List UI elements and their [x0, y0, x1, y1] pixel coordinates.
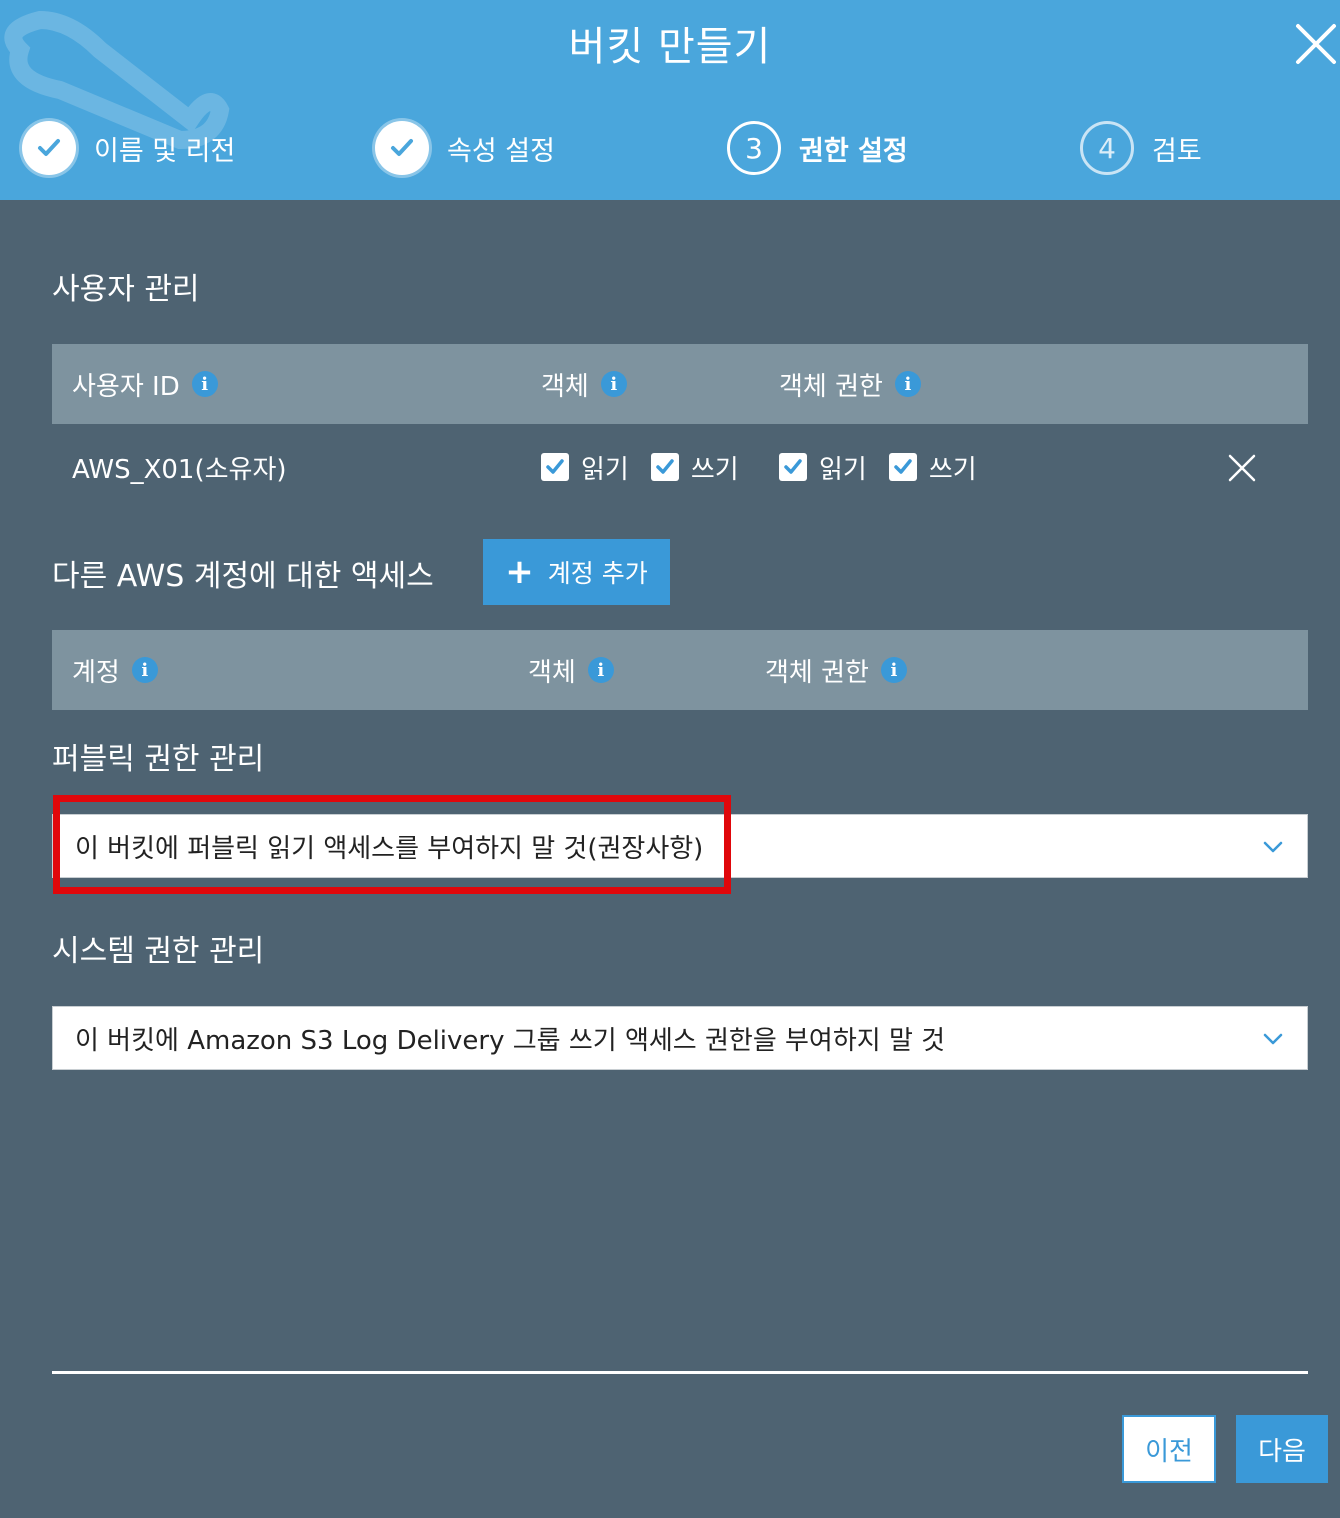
object-acl-permissions-cell: 읽기 쓰기	[779, 422, 999, 512]
plus-icon: +	[505, 552, 534, 592]
step-complete-icon	[375, 121, 429, 175]
next-button[interactable]: 다음	[1236, 1415, 1328, 1483]
column-header-object: 객체 i	[528, 630, 614, 710]
select-value: 이 버킷에 퍼블릭 읽기 액세스를 부여하지 말 것(권장사항)	[75, 833, 704, 864]
step-label: 검토	[1152, 135, 1202, 167]
column-header-object-permission: 객체 권한 i	[779, 344, 921, 424]
column-header-object: 객체 i	[541, 344, 627, 424]
close-icon[interactable]	[1292, 20, 1340, 68]
remove-row-icon[interactable]	[1226, 452, 1258, 484]
table-row: AWS_X01(소유자) 읽기 쓰기 읽기 쓰기	[52, 422, 1308, 512]
step-complete-icon	[22, 121, 76, 175]
info-icon[interactable]: i	[894, 371, 921, 397]
object-write-checkbox[interactable]: 쓰기	[650, 449, 739, 486]
public-permissions-select[interactable]: 이 버킷에 퍼블릭 읽기 액세스를 부여하지 말 것(권장사항)	[52, 814, 1308, 878]
object-read-checkbox[interactable]: 읽기	[541, 449, 629, 486]
column-header-user-id: 사용자 ID i	[72, 344, 218, 424]
add-account-button[interactable]: + 계정 추가	[483, 539, 670, 605]
step-permissions[interactable]: 3 권한 설정	[727, 120, 908, 176]
other-accounts-title: 다른 AWS 계정에 대한 액세스	[52, 559, 434, 594]
wizard-title: 버킷 만들기	[568, 24, 772, 70]
info-icon[interactable]: i	[131, 657, 158, 683]
object-permission-write-checkbox[interactable]: 쓰기	[888, 449, 977, 486]
user-management-title: 사용자 관리	[52, 272, 200, 307]
chevron-down-icon	[1263, 841, 1283, 853]
previous-button[interactable]: 이전	[1122, 1415, 1216, 1483]
info-icon[interactable]: i	[191, 371, 218, 397]
checkbox-checked-icon	[888, 453, 917, 481]
system-permissions-select[interactable]: 이 버킷에 Amazon S3 Log Delivery 그룹 쓰기 액세스 권…	[52, 1006, 1308, 1070]
chevron-down-icon	[1263, 1033, 1283, 1045]
step-properties[interactable]: 속성 설정	[375, 120, 555, 176]
checkbox-checked-icon	[541, 453, 569, 481]
system-permissions-title: 시스템 권한 관리	[52, 934, 265, 969]
checkbox-checked-icon	[779, 453, 807, 481]
step-label: 권한 설정	[799, 135, 908, 167]
step-label: 이름 및 리전	[94, 135, 236, 167]
info-icon[interactable]: i	[587, 657, 614, 683]
user-table-header: 사용자 ID i 객체 i 객체 권한 i	[52, 344, 1308, 424]
info-icon[interactable]: i	[600, 371, 627, 397]
info-icon[interactable]: i	[880, 657, 907, 683]
checkbox-checked-icon	[650, 453, 679, 481]
user-id-cell: AWS_X01(소유자)	[72, 454, 287, 485]
accounts-table-header: 계정 i 객체 i 객체 권한 i	[52, 630, 1308, 710]
public-permissions-title: 퍼블릭 권한 관리	[52, 742, 265, 777]
step-label: 속성 설정	[447, 135, 555, 167]
footer-divider	[52, 1371, 1308, 1374]
step-number-badge: 4	[1080, 121, 1134, 175]
wizard-header: 버킷 만들기 이름 및 리전 속성 설정 3 권한 설정 4 검토	[0, 0, 1340, 200]
step-name-region[interactable]: 이름 및 리전	[22, 120, 235, 176]
object-permission-read-checkbox[interactable]: 읽기	[779, 449, 867, 486]
select-value: 이 버킷에 Amazon S3 Log Delivery 그룹 쓰기 액세스 권…	[75, 1025, 946, 1056]
step-number-badge: 3	[727, 121, 781, 175]
object-permissions-cell: 읽기 쓰기	[541, 422, 761, 512]
column-header-object-permission: 객체 권한 i	[765, 630, 907, 710]
column-header-account: 계정 i	[72, 630, 158, 710]
step-review[interactable]: 4 검토	[1080, 120, 1202, 176]
